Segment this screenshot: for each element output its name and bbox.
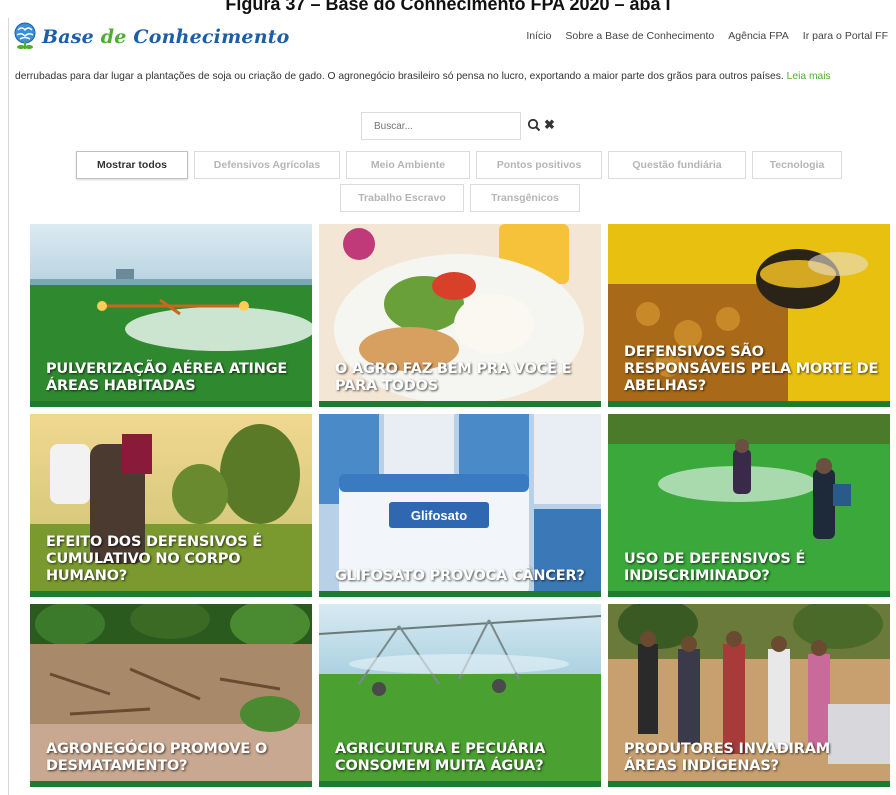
figure-caption: Figura 37 – Base do Conhecimento FPA 202… (225, 0, 671, 14)
filter-meio-ambiente[interactable]: Meio Ambiente (346, 151, 470, 179)
article-card[interactable]: USO DE DEFENSIVOS É INDISCRIMINADO? (608, 414, 890, 597)
search-input[interactable] (361, 112, 521, 140)
top-nav: Início Sobre a Base de Conhecimento Agên… (526, 30, 888, 42)
intro-text: derrubadas para dar lugar a plantações d… (15, 71, 831, 82)
nav-link-portal[interactable]: Ir para o Portal FF (803, 30, 888, 42)
card-bar (319, 401, 601, 407)
card-title: O AGRO FAZ BEM PRA VOCÊ E PARA TODOS (335, 361, 572, 394)
card-title: EFEITO DOS DEFENSIVOS É CUMULATIVO NO CO… (46, 534, 263, 584)
filter-tecnologia[interactable]: Tecnologia (752, 151, 842, 179)
article-card[interactable]: AGRONEGÓCIO PROMOVE O DESMATAMENTO? (30, 604, 312, 787)
card-title: USO DE DEFENSIVOS É INDISCRIMINADO? (624, 551, 806, 584)
clear-icon[interactable]: ✖ (544, 117, 555, 133)
drum-label: Glifosato (411, 508, 467, 523)
card-title: AGRICULTURA E PECUÁRIA CONSOMEM MUITA ÁG… (335, 741, 546, 774)
search-icon[interactable] (527, 117, 541, 133)
card-title: GLIFOSATO PROVOCA CÂNCER? (335, 568, 585, 584)
site-header: Base de Conhecimento Início Sobre a Base… (12, 22, 892, 54)
article-card[interactable]: Glifosato GLIFOSATO PROVOCA CÂNCER? (319, 414, 601, 597)
article-card[interactable]: EFEITO DOS DEFENSIVOS É CUMULATIVO NO CO… (30, 414, 312, 597)
filter-transgenicos[interactable]: Transgênicos (470, 184, 580, 212)
card-bar (319, 781, 601, 787)
nav-link-sobre[interactable]: Sobre a Base de Conhecimento (565, 30, 714, 42)
read-more-link[interactable]: Leia mais (787, 71, 831, 82)
filter-pontos-positivos[interactable]: Pontos positivos (476, 151, 602, 179)
card-title: DEFENSIVOS SÃO RESPONSÁVEIS PELA MORTE D… (624, 344, 879, 394)
article-card[interactable]: O AGRO FAZ BEM PRA VOCÊ E PARA TODOS (319, 224, 601, 407)
card-bar (30, 401, 312, 407)
brain-logo-icon (14, 22, 36, 49)
filter-defensivos-agricolas[interactable]: Defensivos Agrícolas (194, 151, 340, 179)
card-bar (30, 591, 312, 597)
logo-text: Base de Conhecimento (42, 26, 290, 48)
article-card[interactable]: DEFENSIVOS SÃO RESPONSÁVEIS PELA MORTE D… (608, 224, 890, 407)
card-title: AGRONEGÓCIO PROMOVE O DESMATAMENTO? (46, 741, 268, 774)
article-card[interactable]: PRODUTORES INVADIRAM ÁREAS INDÍGENAS? (608, 604, 890, 787)
card-title: PRODUTORES INVADIRAM ÁREAS INDÍGENAS? (624, 741, 830, 774)
filter-questao-fundiaria[interactable]: Questão fundiária (608, 151, 746, 179)
article-card[interactable]: PULVERIZAÇÃO AÉREA ATINGE ÁREAS HABITADA… (30, 224, 312, 407)
card-bar (319, 591, 601, 597)
card-title: PULVERIZAÇÃO AÉREA ATINGE ÁREAS HABITADA… (46, 361, 288, 394)
card-bar (608, 401, 890, 407)
filter-trabalho-escravo[interactable]: Trabalho Escravo (340, 184, 464, 212)
nav-link-agencia[interactable]: Agência FPA (728, 30, 789, 42)
nav-link-inicio[interactable]: Início (526, 30, 551, 42)
card-bar (608, 591, 890, 597)
filter-mostrar-todos[interactable]: Mostrar todos (76, 151, 188, 179)
card-bar (30, 781, 312, 787)
card-bar (608, 781, 890, 787)
site-logo[interactable]: Base de Conhecimento (12, 22, 290, 52)
article-card[interactable]: AGRICULTURA E PECUÁRIA CONSOMEM MUITA ÁG… (319, 604, 601, 787)
